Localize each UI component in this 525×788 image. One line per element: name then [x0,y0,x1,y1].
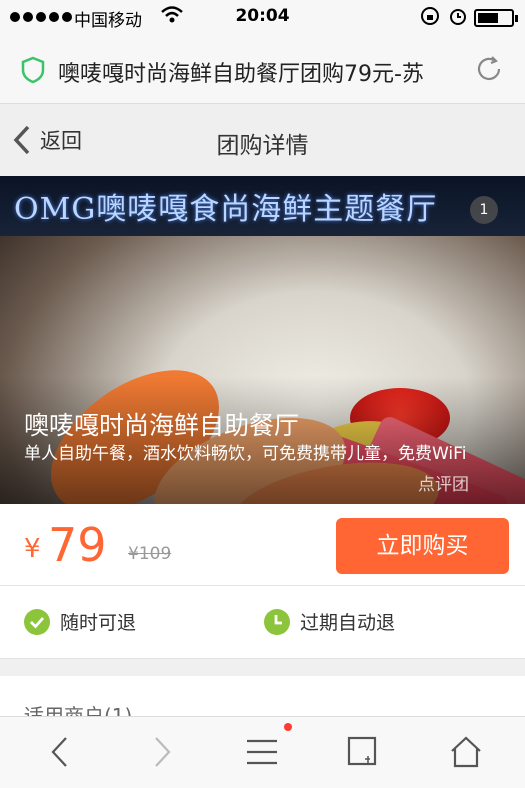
currency-symbol: ¥ [24,534,41,564]
home-button[interactable] [448,735,484,773]
page-header: 返回 团购详情 [0,104,525,176]
clock: 20:04 [235,6,290,26]
current-price: 79 [48,518,107,572]
section-divider [0,658,525,676]
menu-button[interactable] [244,735,280,773]
original-price: ¥109 [128,544,172,564]
address-bar[interactable]: 噢唛嘎时尚海鲜自助餐厅团购79元-苏 [0,36,525,104]
merchant-section-title: 适用商户(1) [24,704,133,716]
browser-forward-button[interactable] [150,735,174,773]
orientation-lock-icon [420,6,440,31]
battery-icon [474,9,518,27]
refund-policy: 随时可退 过期自动退 [0,586,525,658]
browser-toolbar [0,716,525,788]
refund-anytime: 随时可退 [24,608,136,635]
reload-icon[interactable] [474,54,504,88]
image-banner-text: OMG噢唛嘎食尚海鲜主题餐厅 [14,192,438,227]
check-circle-icon [24,608,50,635]
notification-dot [284,723,292,731]
deal-image[interactable]: OMG噢唛嘎食尚海鲜主题餐厅 [0,176,525,504]
tabs-button[interactable] [346,735,380,773]
url-text[interactable]: 噢唛嘎时尚海鲜自助餐厅团购79元-苏 [58,56,462,88]
alarm-icon [448,6,468,31]
page-title: 团购详情 [216,133,309,159]
clock-icon [264,608,290,635]
shield-icon [20,56,46,88]
refund-anytime-label: 随时可退 [60,612,137,634]
refund-expired-label: 过期自动退 [300,612,396,634]
menu-icon [247,739,277,765]
image-shade [0,376,525,504]
status-bar: 中国移动 20:04 [0,0,525,36]
tabs-icon [347,736,377,766]
browser-back-button[interactable] [48,735,72,773]
chevron-left-icon [51,737,67,767]
buy-now-button[interactable]: 立即购买 [336,518,509,574]
merchant-section[interactable]: 适用商户(1) [0,676,525,716]
home-icon [451,736,481,768]
refund-expired: 过期自动退 [264,608,395,635]
price-row: ¥ 79 ¥109 立即购买 [0,504,525,586]
chevron-right-icon [155,737,171,767]
